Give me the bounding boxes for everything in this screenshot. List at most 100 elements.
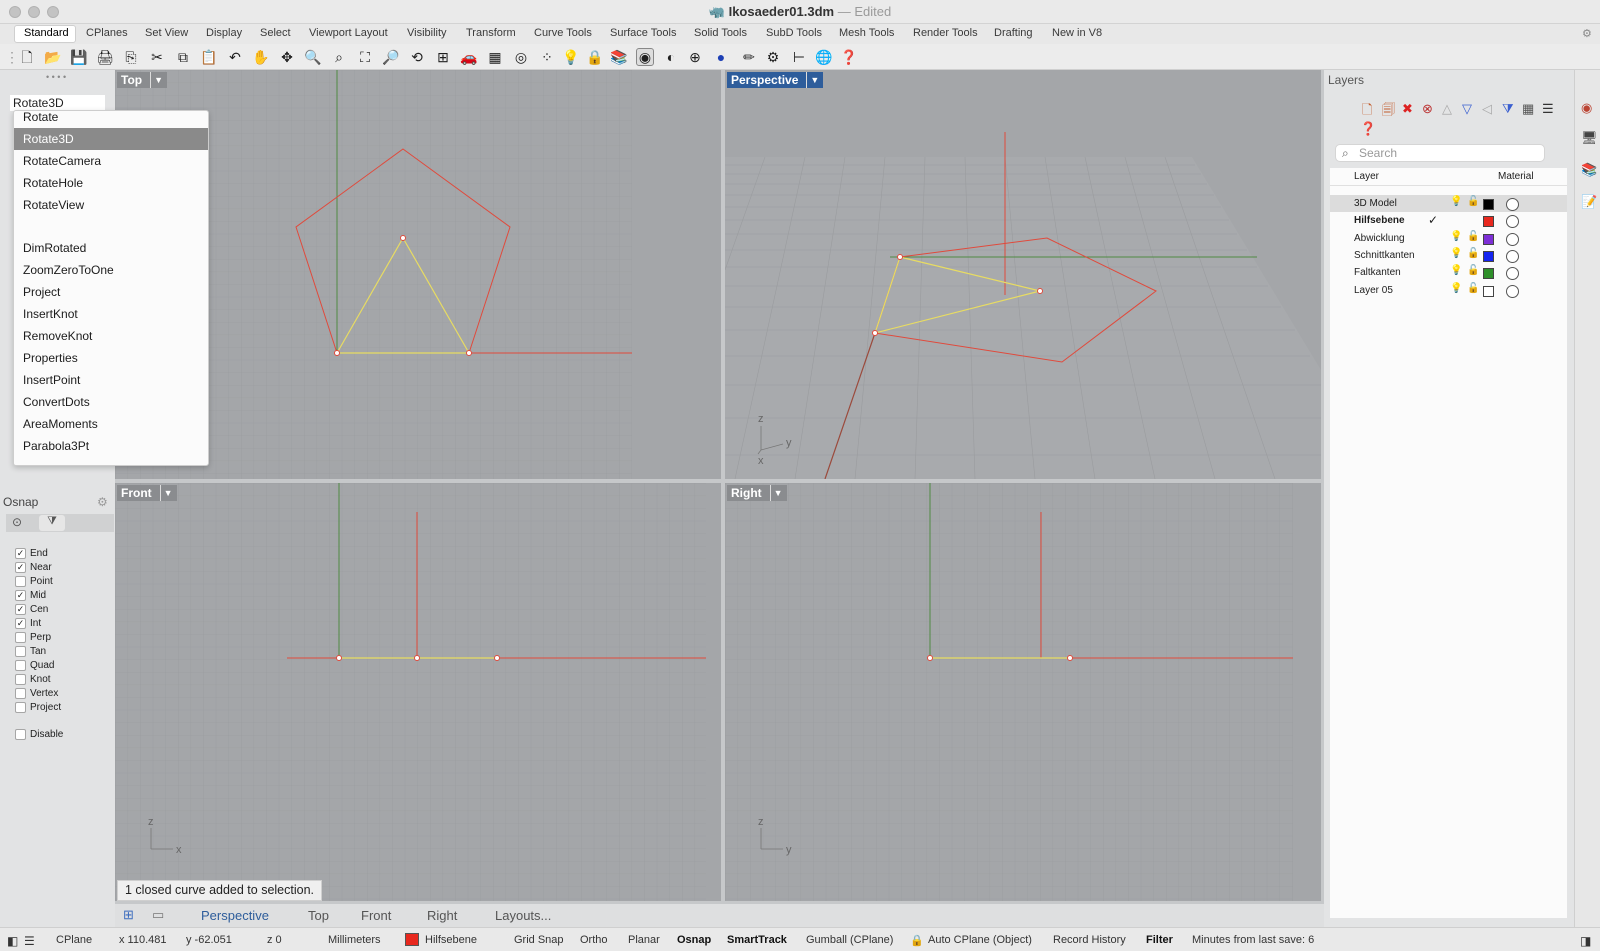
osnap-checkbox-mid[interactable]: ✓ <box>15 590 26 601</box>
suggestion-convertdots[interactable]: ConvertDots <box>14 391 208 413</box>
suggestion-rotatecamera[interactable]: RotateCamera <box>14 150 208 172</box>
new-layer-icon[interactable]: 🗋 <box>1362 101 1372 123</box>
zoom-icon[interactable]: 🔍 <box>304 48 322 66</box>
layer-material-swatch[interactable] <box>1506 232 1519 246</box>
tab-mesh-tools[interactable]: Mesh Tools <box>839 27 894 39</box>
osnap-filter-icon[interactable]: ⧩ <box>39 515 65 531</box>
layer-color-swatch[interactable] <box>1483 285 1494 297</box>
tab-viewport-right[interactable]: Right <box>427 908 457 923</box>
import-icon[interactable]: ⎘ <box>122 48 140 66</box>
layer-name[interactable]: Layer 05 <box>1354 285 1393 296</box>
four-viewports-icon[interactable]: ⊞ <box>434 48 452 66</box>
layer-name[interactable]: Hilfsebene <box>1354 215 1405 226</box>
osnap-row-cen[interactable]: ✓ Cen <box>15 603 48 616</box>
layer-name[interactable]: Abwicklung <box>1354 233 1405 244</box>
suggestion-areamoments[interactable]: AreaMoments <box>14 413 208 435</box>
current-layer[interactable]: Hilfsebene <box>425 934 477 946</box>
osnap-row-end[interactable]: ✓ End <box>15 547 48 560</box>
sidebar-toggle-icon[interactable]: ◧ <box>7 934 18 948</box>
layer-name[interactable]: Schnittkanten <box>1354 250 1415 261</box>
help-icon[interactable]: ❓ <box>840 48 858 66</box>
options-gear-icon[interactable]: ⚙ <box>764 48 782 66</box>
layer-visibility-icon[interactable]: 💡 <box>1450 265 1462 276</box>
osnap-row-near[interactable]: ✓ Near <box>15 561 52 574</box>
tab-subd-tools[interactable]: SubD Tools <box>766 27 822 39</box>
lock-icon[interactable]: 🔒 <box>586 48 604 66</box>
suggestion-rotateview[interactable]: RotateView <box>14 194 208 216</box>
viewport-title-perspective[interactable]: Perspective ▼ <box>727 72 824 88</box>
tab-curve-tools[interactable]: Curve Tools <box>534 27 592 39</box>
osnap-checkbox-int[interactable]: ✓ <box>15 618 26 629</box>
wireframe-sphere-icon[interactable]: ⊕ <box>686 48 704 66</box>
panel-toggle-icon[interactable]: ◨ <box>1580 934 1591 948</box>
osnap-disable-row[interactable]: Disable <box>15 728 63 741</box>
osnap-checkbox-end[interactable]: ✓ <box>15 548 26 559</box>
suggestion-zoomzerotoone[interactable]: ZoomZeroToOne <box>14 259 208 281</box>
osnap-row-perp[interactable]: Perp <box>15 631 51 644</box>
tab-viewport-perspective[interactable]: Perspective <box>201 908 269 923</box>
tab-viewport-top[interactable]: Top <box>308 908 329 923</box>
delete-layer-icon[interactable]: ✖ <box>1402 101 1413 117</box>
chevron-down-icon[interactable]: ▼ <box>769 485 783 501</box>
open-file-icon[interactable]: 📂 <box>44 48 62 66</box>
osnap-row-point[interactable]: Point <box>15 575 53 588</box>
layer-row[interactable]: Layer 05 💡 🔓 <box>1330 282 1567 299</box>
zoom-window-icon[interactable]: ⌕ <box>330 48 348 66</box>
osnap-checkbox-point[interactable] <box>15 576 26 587</box>
osnap-target-icon[interactable]: ⊙ <box>12 515 22 529</box>
layer-visibility-icon[interactable]: 💡 <box>1450 196 1462 207</box>
zoom-extents-icon[interactable]: ⛶ <box>356 48 374 66</box>
shaded-sphere-icon[interactable]: ◐ <box>662 48 680 66</box>
undo-icon[interactable]: ↶ <box>226 48 244 66</box>
layer-lock-icon[interactable]: 🔓 <box>1467 231 1479 242</box>
osnap-gear-icon[interactable]: ⚙ <box>97 495 108 509</box>
control-point[interactable] <box>897 254 903 260</box>
globe-icon[interactable]: 🌐 <box>815 48 833 66</box>
suggestion-project[interactable]: Project <box>14 281 208 303</box>
layer-row[interactable]: 3D Model 💡 🔓 <box>1330 195 1567 212</box>
layers-tab-icon[interactable]: 📚 <box>1581 162 1597 178</box>
suggestion-parabola3pt[interactable]: Parabola3Pt <box>14 435 208 457</box>
tab-visibility[interactable]: Visibility <box>407 27 447 39</box>
new-sublayer-icon[interactable]: 🗐 <box>1382 101 1395 123</box>
tab-solid-tools[interactable]: Solid Tools <box>694 27 747 39</box>
render-pen-icon[interactable]: ✏ <box>740 48 758 66</box>
pan-hand-icon[interactable]: ✋ <box>252 48 270 66</box>
control-point[interactable] <box>466 350 472 356</box>
layers-help-icon[interactable]: ❓ <box>1360 121 1376 137</box>
layer-color-swatch[interactable] <box>1483 199 1494 210</box>
render-sphere-icon[interactable]: ● <box>712 48 730 66</box>
planar-toggle[interactable]: Planar <box>628 934 660 946</box>
layer-row[interactable]: Hilfsebene ✓ <box>1330 212 1567 229</box>
osnap-row-tan[interactable]: Tan <box>15 645 46 658</box>
control-point[interactable] <box>494 655 500 661</box>
viewport-perspective[interactable]: z y x Perspective ▼ <box>725 70 1321 479</box>
control-point[interactable] <box>336 655 342 661</box>
layer-material-swatch[interactable] <box>1506 284 1519 298</box>
osnap-checkbox-project[interactable] <box>15 702 26 713</box>
tab-viewport-layout[interactable]: Viewport Layout <box>309 27 388 39</box>
gumball-toggle[interactable]: Gumball (CPlane) <box>806 934 893 946</box>
select-points-icon[interactable]: ⁘ <box>538 48 556 66</box>
move-layer-down-icon[interactable]: ▽ <box>1462 101 1472 117</box>
filter-toggle[interactable]: Filter <box>1146 934 1173 946</box>
light-bulb-icon[interactable]: 💡 <box>562 48 580 66</box>
suggestion-rotate3d[interactable]: Rotate3D <box>14 128 208 150</box>
car-icon[interactable]: 🚗 <box>460 48 478 66</box>
osnap-row-mid[interactable]: ✓ Mid <box>15 589 46 602</box>
layer-lock-icon[interactable]: 🔓 <box>1467 196 1479 207</box>
copy-icon[interactable]: ⧉ <box>174 48 192 66</box>
layer-name[interactable]: Faltkanten <box>1354 267 1401 278</box>
layer-row[interactable]: Abwicklung 💡 🔓 <box>1330 230 1567 247</box>
layer-row[interactable]: Faltkanten 💡 🔓 <box>1330 264 1567 281</box>
osnap-checkbox-perp[interactable] <box>15 632 26 643</box>
tab-select[interactable]: Select <box>260 27 291 39</box>
osnap-checkbox-quad[interactable] <box>15 660 26 671</box>
osnap-row-vertex[interactable]: Vertex <box>15 687 58 700</box>
single-layout-icon[interactable]: ▭ <box>152 907 164 923</box>
color-wheel-icon[interactable]: ◉ <box>636 48 654 66</box>
osnap-checkbox-cen[interactable]: ✓ <box>15 604 26 615</box>
cut-icon[interactable]: ✂ <box>148 48 166 66</box>
control-point[interactable] <box>1067 655 1073 661</box>
control-point[interactable] <box>400 235 406 241</box>
